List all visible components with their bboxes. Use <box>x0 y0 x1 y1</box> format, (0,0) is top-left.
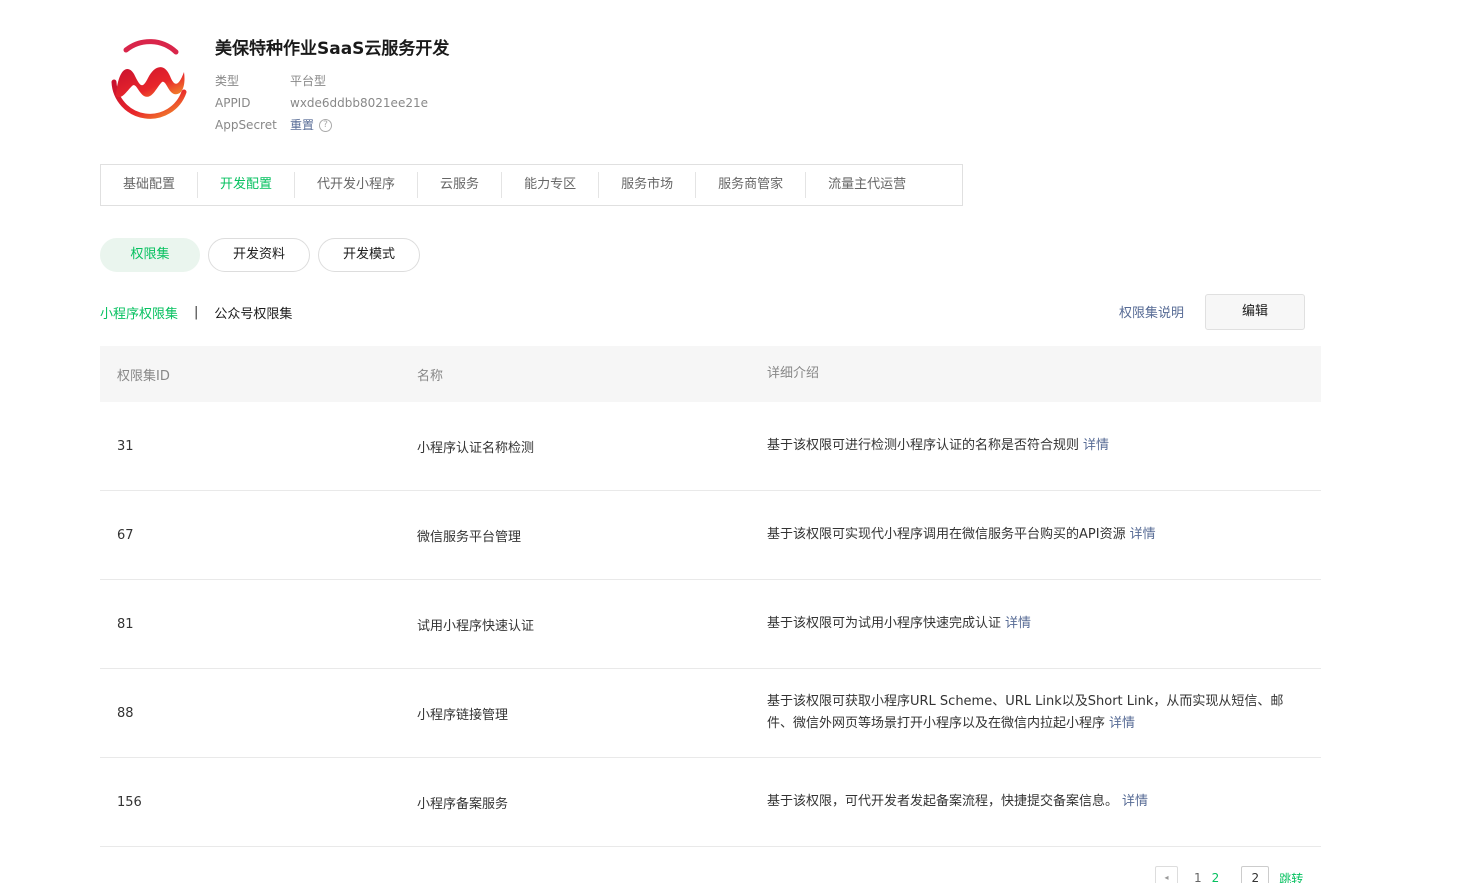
app-logo <box>111 39 187 119</box>
detail-link[interactable]: 详情 <box>1122 794 1148 809</box>
page-jump-input[interactable] <box>1241 866 1270 883</box>
page-2-link[interactable]: 2 <box>1212 871 1220 883</box>
permission-type-nav: 小程序权限集 | 公众号权限集 <box>100 302 292 322</box>
meta-type-value: 平台型 <box>290 74 327 88</box>
cell-desc: 基于该权限可为试用小程序快速完成认证 详情 <box>750 613 1321 635</box>
pill-dev-materials[interactable]: 开发资料 <box>208 238 310 272</box>
meta-appid-value: wxde6ddbb8021ee21e <box>290 96 428 110</box>
permission-explain-link[interactable]: 权限集说明 <box>1119 302 1184 321</box>
header-desc: 详细介绍 <box>767 366 820 381</box>
tab-traffic-operation[interactable]: 流量主代运营 <box>806 172 928 198</box>
meta-secret-label: AppSecret <box>215 118 277 132</box>
cell-desc: 基于该权限可进行检测小程序认证的名称是否符合规则 详情 <box>750 435 1321 457</box>
tab-provider-manager[interactable]: 服务商管家 <box>696 172 807 198</box>
page-jump-link[interactable]: 跳转 <box>1279 870 1303 883</box>
meta-secret-row: AppSecret 重置 ? <box>215 114 428 136</box>
permission-table: 权限集ID 名称 详细介绍 31 小程序认证名称检测 基于该权限可进行检测小程序… <box>100 346 1321 847</box>
page-1-link[interactable]: 1 <box>1194 871 1202 883</box>
cell-id: 88 <box>117 705 134 721</box>
tab-dev-config[interactable]: 开发配置 <box>198 172 296 198</box>
tab-cloud-service[interactable]: 云服务 <box>418 172 503 198</box>
meta-type-row: 类型 平台型 <box>215 70 428 92</box>
cell-name: 试用小程序快速认证 <box>417 618 535 634</box>
pagination: ◂ 1 2 跳转 <box>1155 866 1303 883</box>
table-row: 31 小程序认证名称检测 基于该权限可进行检测小程序认证的名称是否符合规则 详情 <box>100 402 1321 491</box>
desc-text: 基于该权限可获取小程序URL Scheme、URL Link以及Short Li… <box>767 694 1284 731</box>
table-row: 67 微信服务平台管理 基于该权限可实现代小程序调用在微信服务平台购买的API资… <box>100 491 1321 580</box>
edit-button[interactable]: 编辑 <box>1205 294 1305 330</box>
header-name: 名称 <box>417 368 444 384</box>
cell-desc: 基于该权限可获取小程序URL Scheme、URL Link以及Short Li… <box>750 691 1321 735</box>
cell-name: 小程序备案服务 <box>417 796 509 812</box>
pill-dev-mode[interactable]: 开发模式 <box>318 238 420 272</box>
cell-desc: 基于该权限，可代开发者发起备案流程，快捷提交备案信息。 详情 <box>750 791 1321 813</box>
sub-tabs: 权限集 开发资料 开发模式 <box>100 238 420 272</box>
cell-name: 小程序链接管理 <box>417 707 509 723</box>
official-account-permission-link[interactable]: 公众号权限集 <box>214 303 292 322</box>
cell-id: 67 <box>117 527 134 543</box>
table-row: 81 试用小程序快速认证 基于该权限可为试用小程序快速完成认证 详情 <box>100 580 1321 669</box>
help-icon[interactable]: ? <box>319 118 333 132</box>
main-tabs: 基础配置 开发配置 代开发小程序 云服务 能力专区 服务市场 服务商管家 流量主… <box>100 164 963 206</box>
meta-appid-row: APPID wxde6ddbb8021ee21e <box>215 92 428 114</box>
prev-page-icon[interactable]: ◂ <box>1155 866 1178 883</box>
cell-name: 微信服务平台管理 <box>417 529 522 545</box>
app-meta: 类型 平台型 APPID wxde6ddbb8021ee21e AppSecre… <box>215 70 428 136</box>
table-header: 权限集ID 名称 详细介绍 <box>100 346 1321 402</box>
detail-link[interactable]: 详情 <box>1109 716 1135 731</box>
cell-id: 81 <box>117 616 134 632</box>
pill-permission-set[interactable]: 权限集 <box>100 238 200 272</box>
cell-desc: 基于该权限可实现代小程序调用在微信服务平台购买的API资源 详情 <box>750 524 1321 546</box>
app-name: 美保特种作业SaaS云服务开发 <box>215 39 450 59</box>
cell-id: 31 <box>117 438 134 454</box>
reset-secret-link[interactable]: 重置 <box>290 114 314 136</box>
desc-text: 基于该权限可为试用小程序快速完成认证 <box>767 616 1002 631</box>
cell-id: 156 <box>117 794 142 810</box>
tab-capability-zone[interactable]: 能力专区 <box>502 172 600 198</box>
meta-appid-label: APPID <box>215 96 251 110</box>
table-row: 156 小程序备案服务 基于该权限，可代开发者发起备案流程，快捷提交备案信息。详… <box>100 758 1321 847</box>
header-id: 权限集ID <box>117 368 170 384</box>
desc-text: 基于该权限可进行检测小程序认证的名称是否符合规则 <box>767 438 1080 453</box>
cell-name: 小程序认证名称检测 <box>417 440 535 456</box>
table-row: 88 小程序链接管理 基于该权限可获取小程序URL Scheme、URL Lin… <box>100 669 1321 758</box>
tab-service-market[interactable]: 服务市场 <box>599 172 697 198</box>
desc-text: 基于该权限可实现代小程序调用在微信服务平台购买的API资源 <box>767 527 1126 542</box>
tab-agent-dev-miniprogram[interactable]: 代开发小程序 <box>295 172 419 198</box>
detail-link[interactable]: 详情 <box>1130 527 1156 542</box>
detail-link[interactable]: 详情 <box>1005 616 1031 631</box>
detail-link[interactable]: 详情 <box>1083 438 1109 453</box>
desc-text: 基于该权限，可代开发者发起备案流程，快捷提交备案信息。 <box>767 794 1119 809</box>
app-header: 美保特种作业SaaS云服务开发 类型 平台型 APPID wxde6ddbb80… <box>100 30 700 140</box>
subnav-separator: | <box>194 304 199 320</box>
tab-basic-config[interactable]: 基础配置 <box>101 172 199 198</box>
meta-type-label: 类型 <box>215 74 240 88</box>
miniprogram-permission-link[interactable]: 小程序权限集 <box>100 303 178 322</box>
